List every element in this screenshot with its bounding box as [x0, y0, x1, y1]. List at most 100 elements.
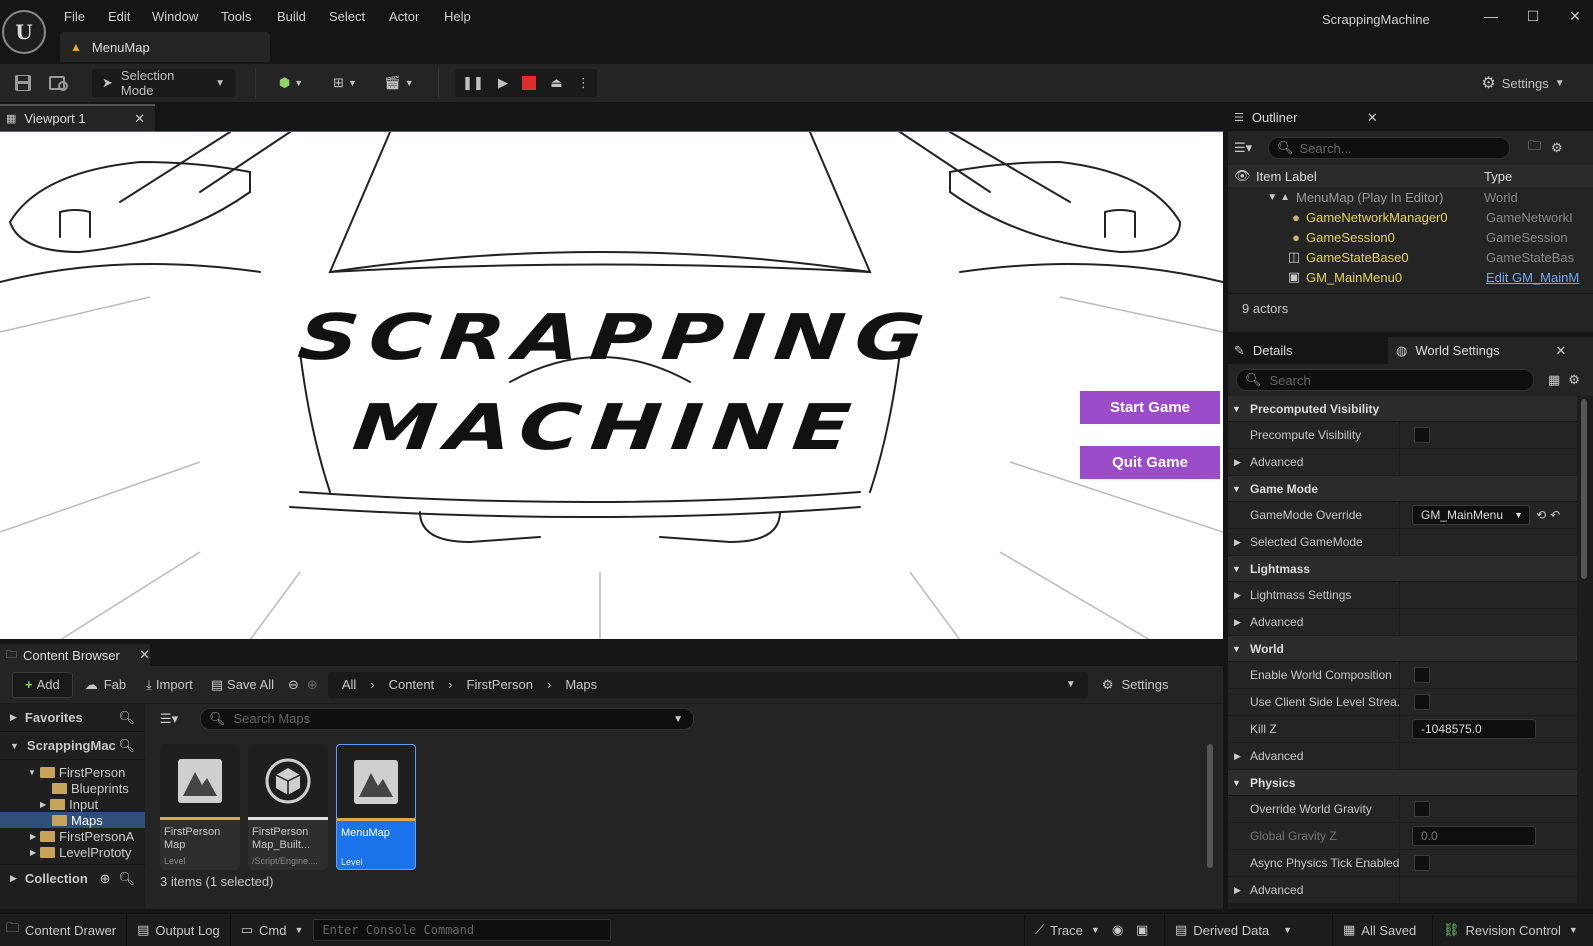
outliner-row[interactable]: ● GameSession0 GameSession: [1228, 227, 1593, 247]
add-collection-icon[interactable]: ⊕: [100, 871, 111, 887]
outliner-row[interactable]: ▣ GM_MainMenu0 Edit GM_MainM: [1228, 267, 1593, 287]
details-search-input[interactable]: 🔍︎ Search: [1236, 369, 1534, 391]
asset-tile-firstperson-map[interactable]: FirstPerson Map Level: [160, 744, 240, 870]
column-type[interactable]: Type: [1484, 169, 1512, 184]
tree-item-maps[interactable]: Maps: [0, 812, 145, 828]
breadcrumb-all[interactable]: All: [342, 677, 356, 692]
tree-item-firstpersona[interactable]: ▶ FirstPersonA: [0, 828, 145, 844]
breadcrumb-firstperson[interactable]: FirstPerson: [467, 677, 533, 692]
category-precomputed-visibility[interactable]: ▼ Precomputed Visibility: [1228, 396, 1577, 422]
search-icon[interactable]: 🔍︎: [118, 871, 135, 887]
save-all-button[interactable]: ▤ Save All: [211, 672, 274, 698]
add-button[interactable]: + Add: [12, 671, 73, 698]
game-viewport[interactable]: SCRAPPING MACHINE Start Game Quit Game: [0, 131, 1223, 639]
level-tab[interactable]: ▲ MenuMap: [60, 32, 270, 62]
add-folder-icon[interactable]: 🗀: [1528, 137, 1541, 159]
viewport-tab[interactable]: ▦ Viewport 1 ✕: [0, 104, 155, 131]
pause-icon[interactable]: ❚❚: [462, 75, 484, 91]
revision-control-dropdown[interactable]: ⛓︎ Revision Control ▼: [1432, 913, 1588, 946]
asset-tile-firstperson-built[interactable]: FirstPerson Map_Built... /Script/Engine.…: [248, 744, 328, 870]
stop-icon[interactable]: [522, 76, 537, 90]
prop-advanced[interactable]: ▶ Advanced: [1228, 877, 1577, 904]
close-icon[interactable]: ✕: [134, 111, 145, 127]
gear-icon[interactable]: ⚙︎: [1551, 140, 1563, 156]
table-view-icon[interactable]: ▦: [1548, 372, 1560, 388]
all-saved-button[interactable]: ▦ All Saved: [1332, 913, 1426, 946]
add-actor-icon[interactable]: ⬢ ▼: [268, 69, 314, 97]
filter-icon[interactable]: ☰▾: [1234, 140, 1268, 156]
menu-edit[interactable]: Edit: [108, 9, 130, 24]
menu-actor[interactable]: Actor: [389, 9, 419, 24]
prop-advanced[interactable]: ▶ Advanced: [1228, 449, 1577, 476]
chevron-down-icon[interactable]: ▼: [1066, 679, 1076, 690]
outliner-tab[interactable]: ☰ Outliner ✕: [1228, 104, 1593, 131]
client-side-streaming-checkbox[interactable]: [1414, 694, 1430, 710]
asset-tile-menumap[interactable]: MenuMap Level: [336, 744, 416, 870]
cb-settings-button[interactable]: ⚙︎ Settings: [1102, 672, 1169, 698]
world-composition-checkbox[interactable]: [1414, 667, 1430, 683]
menu-help[interactable]: Help: [444, 9, 471, 24]
kill-z-field[interactable]: -1048575.0: [1412, 719, 1536, 739]
start-game-button[interactable]: Start Game: [1080, 391, 1220, 424]
favorites-header[interactable]: ▶ Favorites 🔍︎: [0, 704, 145, 732]
tree-item-levelprototyping[interactable]: ▶ LevelPrototy: [0, 844, 145, 860]
prop-advanced[interactable]: ▶ Advanced: [1228, 743, 1577, 770]
minimize-icon[interactable]: —: [1476, 8, 1506, 28]
camera-icon[interactable]: ▣: [1136, 914, 1148, 946]
forward-icon[interactable]: ⊕: [307, 677, 318, 693]
derived-data-dropdown[interactable]: ▤ Derived Data ▼: [1164, 913, 1302, 946]
asset-search-input[interactable]: 🔍︎ Search Maps ▼: [200, 708, 694, 730]
save-icon[interactable]: [4, 69, 42, 97]
trace-dropdown[interactable]: ⟋ Trace ▼: [1024, 913, 1110, 946]
close-window-icon[interactable]: ✕: [1560, 8, 1590, 28]
tree-item-blueprints[interactable]: Blueprints: [0, 780, 145, 796]
import-button[interactable]: ⤓ Import: [146, 672, 193, 698]
breadcrumb-content[interactable]: Content: [389, 677, 435, 692]
reset-icon[interactable]: ↶: [1550, 508, 1560, 522]
details-tab[interactable]: ✎ Details: [1228, 343, 1388, 359]
menu-select[interactable]: Select: [329, 9, 365, 24]
column-item-label[interactable]: Item Label: [1256, 169, 1484, 184]
content-drawer-button[interactable]: 🗀 Content Drawer: [0, 913, 128, 946]
category-physics[interactable]: ▼ Physics: [1228, 770, 1577, 796]
breadcrumb-maps[interactable]: Maps: [565, 677, 1066, 692]
menu-build[interactable]: Build: [277, 9, 306, 24]
more-options-icon[interactable]: ⋮: [577, 75, 590, 91]
content-browser-tab[interactable]: 🗀 Content Browser ✕: [0, 644, 150, 666]
collection-header[interactable]: ▶ Collection ⊕ 🔍︎: [0, 864, 145, 892]
menu-window[interactable]: Window: [152, 9, 198, 24]
step-forward-icon[interactable]: ▶︎: [498, 75, 508, 91]
category-game-mode[interactable]: ▼ Game Mode: [1228, 476, 1577, 502]
outliner-search-input[interactable]: 🔍︎ Search...: [1268, 137, 1510, 159]
tree-item-input[interactable]: ▶ Input: [0, 796, 145, 812]
fab-button[interactable]: ☁︎ Fab: [85, 672, 126, 698]
prop-advanced[interactable]: ▶ Advanced: [1228, 609, 1577, 636]
close-icon[interactable]: ✕: [1555, 343, 1566, 359]
cinematics-icon[interactable]: 🎬︎ ▼: [376, 69, 422, 97]
close-icon[interactable]: ✕: [1367, 110, 1378, 126]
outliner-row[interactable]: ● GameNetworkManager0 GameNetworkI: [1228, 207, 1593, 227]
browse-content-icon[interactable]: [42, 69, 76, 97]
maximize-icon[interactable]: ☐: [1518, 8, 1548, 28]
output-log-button[interactable]: ▤ Output Log: [127, 913, 231, 946]
asset-scrollbar[interactable]: [1207, 744, 1213, 868]
tree-item-firstperson[interactable]: ▼ FirstPerson: [0, 764, 145, 780]
menu-file[interactable]: File: [64, 9, 85, 24]
browse-icon[interactable]: ⟲: [1536, 508, 1546, 522]
project-header[interactable]: ▼ ScrappingMac 🔍︎: [0, 732, 145, 760]
filter-icon[interactable]: ☰▾: [160, 711, 200, 727]
quit-game-button[interactable]: Quit Game: [1080, 446, 1220, 479]
world-settings-tab[interactable]: ◍ World Settings ✕: [1388, 337, 1593, 364]
prop-lightmass-settings[interactable]: ▶ Lightmass Settings: [1228, 582, 1577, 609]
settings-button[interactable]: ⚙︎ Settings ▼: [1458, 69, 1588, 97]
details-scrollbar[interactable]: [1581, 399, 1587, 579]
search-icon[interactable]: 🔍︎: [118, 738, 135, 754]
record-icon[interactable]: ◉: [1112, 914, 1123, 946]
override-gravity-checkbox[interactable]: [1414, 801, 1430, 817]
edit-gm-link[interactable]: Edit GM_MainM: [1486, 270, 1579, 285]
prop-selected-gamemode[interactable]: ▶ Selected GameMode: [1228, 529, 1577, 556]
precompute-visibility-checkbox[interactable]: [1414, 427, 1430, 443]
search-icon[interactable]: 🔍︎: [118, 710, 135, 726]
cmd-dropdown[interactable]: ▭ Cmd ▼: [231, 914, 314, 946]
console-input[interactable]: Enter Console Command: [313, 919, 612, 941]
